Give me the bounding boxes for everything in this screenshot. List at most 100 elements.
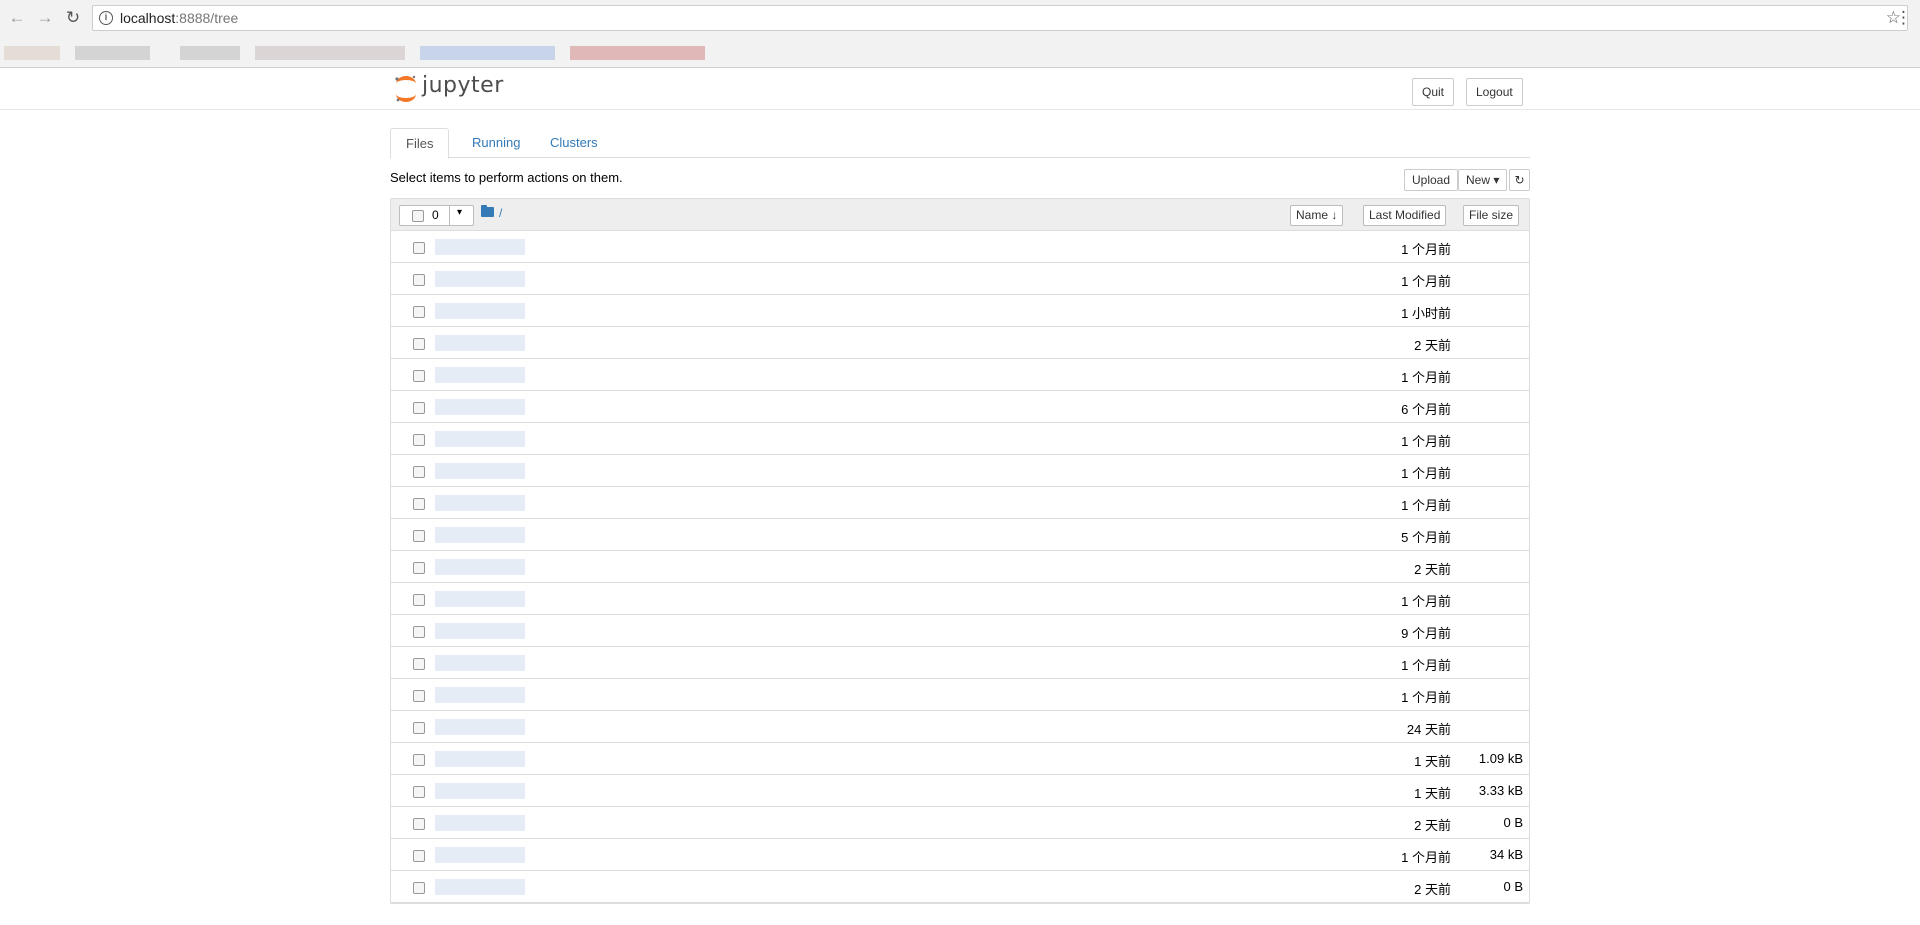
file-name-redacted[interactable] bbox=[435, 463, 525, 479]
file-row[interactable]: 5 个月前 bbox=[391, 519, 1529, 551]
file-row[interactable]: 1 小时前 bbox=[391, 295, 1529, 327]
file-name-redacted[interactable] bbox=[435, 783, 525, 799]
file-row[interactable]: 1 个月前 34 kB bbox=[391, 839, 1529, 871]
row-checkbox[interactable] bbox=[413, 562, 425, 574]
file-name-redacted[interactable] bbox=[435, 719, 525, 735]
file-name-redacted[interactable] bbox=[435, 815, 525, 831]
bookmark-item[interactable] bbox=[4, 46, 60, 60]
row-checkbox[interactable] bbox=[413, 882, 425, 894]
tab-running[interactable]: Running bbox=[457, 128, 535, 158]
file-name-redacted[interactable] bbox=[435, 879, 525, 895]
file-row[interactable]: 1 个月前 bbox=[391, 679, 1529, 711]
last-modified: 2 天前 bbox=[1414, 818, 1451, 833]
row-checkbox[interactable] bbox=[413, 530, 425, 542]
logo-text[interactable]: jupyter bbox=[422, 73, 504, 98]
row-checkbox[interactable] bbox=[413, 850, 425, 862]
file-row[interactable]: 1 个月前 bbox=[391, 647, 1529, 679]
file-row[interactable]: 2 天前 0 B bbox=[391, 871, 1529, 903]
row-checkbox[interactable] bbox=[413, 434, 425, 446]
tab-clusters[interactable]: Clusters bbox=[535, 128, 613, 158]
address-bar[interactable]: i localhost:8888/tree ☆ bbox=[92, 5, 1908, 31]
row-checkbox[interactable] bbox=[413, 338, 425, 350]
forward-icon[interactable]: → bbox=[34, 7, 56, 29]
file-row[interactable]: 1 个月前 bbox=[391, 231, 1529, 263]
upload-button[interactable]: Upload bbox=[1404, 169, 1459, 191]
last-modified: 6 个月前 bbox=[1401, 402, 1451, 417]
file-list: 0 ▾ / Name ↓ Last Modified File size 1 个… bbox=[390, 198, 1530, 904]
file-row[interactable]: 9 个月前 bbox=[391, 615, 1529, 647]
selected-count: 0 bbox=[432, 208, 439, 222]
sort-by-name-button[interactable]: Name ↓ bbox=[1290, 205, 1344, 226]
bookmarks-bar bbox=[0, 38, 1920, 66]
file-name-redacted[interactable] bbox=[435, 271, 525, 287]
refresh-icon[interactable]: ↻ bbox=[1509, 169, 1530, 191]
file-row[interactable]: 1 个月前 bbox=[391, 583, 1529, 615]
file-row[interactable]: 6 个月前 bbox=[391, 391, 1529, 423]
bookmark-item[interactable] bbox=[420, 46, 555, 60]
tab-files[interactable]: Files bbox=[390, 128, 450, 159]
row-checkbox[interactable] bbox=[413, 498, 425, 510]
file-name-redacted[interactable] bbox=[435, 847, 525, 863]
breadcrumb[interactable]: / bbox=[499, 206, 502, 220]
back-icon[interactable]: ← bbox=[6, 7, 28, 29]
file-name-redacted[interactable] bbox=[435, 751, 525, 767]
url-text[interactable]: localhost:8888/tree bbox=[120, 10, 238, 26]
row-checkbox[interactable] bbox=[413, 306, 425, 318]
file-name-redacted[interactable] bbox=[435, 687, 525, 703]
file-row[interactable]: 2 天前 bbox=[391, 327, 1529, 359]
file-row[interactable]: 24 天前 bbox=[391, 711, 1529, 743]
file-row[interactable]: 2 天前 bbox=[391, 551, 1529, 583]
chevron-down-icon[interactable]: ▾ bbox=[457, 207, 462, 218]
sort-by-modified-button[interactable]: Last Modified bbox=[1363, 205, 1447, 226]
row-checkbox[interactable] bbox=[413, 242, 425, 254]
new-dropdown-button[interactable]: New ▾ bbox=[1458, 169, 1508, 191]
file-row[interactable]: 1 个月前 bbox=[391, 455, 1529, 487]
file-name-redacted[interactable] bbox=[435, 303, 525, 319]
file-row[interactable]: 1 天前 1.09 kB bbox=[391, 743, 1529, 775]
info-icon[interactable]: i bbox=[99, 11, 113, 25]
file-row[interactable]: 1 个月前 bbox=[391, 487, 1529, 519]
select-all-group[interactable]: 0 ▾ bbox=[399, 205, 474, 226]
file-name-redacted[interactable] bbox=[435, 495, 525, 511]
sort-by-size-button[interactable]: File size bbox=[1463, 205, 1520, 226]
bookmark-item[interactable] bbox=[255, 46, 405, 60]
last-modified: 24 天前 bbox=[1406, 722, 1451, 737]
row-checkbox[interactable] bbox=[413, 626, 425, 638]
file-row[interactable]: 1 个月前 bbox=[391, 263, 1529, 295]
row-checkbox[interactable] bbox=[413, 690, 425, 702]
bookmark-item[interactable] bbox=[570, 46, 705, 60]
row-checkbox[interactable] bbox=[413, 466, 425, 478]
file-row[interactable]: 1 天前 3.33 kB bbox=[391, 775, 1529, 807]
jupyter-logo-icon[interactable] bbox=[393, 73, 419, 105]
file-name-redacted[interactable] bbox=[435, 527, 525, 543]
folder-icon[interactable] bbox=[481, 205, 494, 217]
row-checkbox[interactable] bbox=[413, 818, 425, 830]
row-checkbox[interactable] bbox=[413, 658, 425, 670]
file-name-redacted[interactable] bbox=[435, 591, 525, 607]
logout-button[interactable]: Logout bbox=[1466, 78, 1523, 106]
bookmark-item[interactable] bbox=[180, 46, 240, 60]
reload-icon[interactable]: ↻ bbox=[62, 7, 84, 29]
file-name-redacted[interactable] bbox=[435, 367, 525, 383]
row-checkbox[interactable] bbox=[413, 274, 425, 286]
file-name-redacted[interactable] bbox=[435, 335, 525, 351]
file-row[interactable]: 1 个月前 bbox=[391, 359, 1529, 391]
file-row[interactable]: 1 个月前 bbox=[391, 423, 1529, 455]
file-name-redacted[interactable] bbox=[435, 431, 525, 447]
browser-menu-icon[interactable]: ⋮ bbox=[1895, 7, 1912, 29]
file-name-redacted[interactable] bbox=[435, 559, 525, 575]
file-row[interactable]: 2 天前 0 B bbox=[391, 807, 1529, 839]
file-name-redacted[interactable] bbox=[435, 239, 525, 255]
row-checkbox[interactable] bbox=[413, 402, 425, 414]
row-checkbox[interactable] bbox=[413, 594, 425, 606]
quit-button[interactable]: Quit bbox=[1412, 78, 1455, 106]
row-checkbox[interactable] bbox=[413, 722, 425, 734]
file-name-redacted[interactable] bbox=[435, 623, 525, 639]
select-all-checkbox[interactable] bbox=[412, 210, 424, 222]
file-name-redacted[interactable] bbox=[435, 399, 525, 415]
row-checkbox[interactable] bbox=[413, 370, 425, 382]
file-name-redacted[interactable] bbox=[435, 655, 525, 671]
row-checkbox[interactable] bbox=[413, 786, 425, 798]
bookmark-item[interactable] bbox=[75, 46, 150, 60]
row-checkbox[interactable] bbox=[413, 754, 425, 766]
